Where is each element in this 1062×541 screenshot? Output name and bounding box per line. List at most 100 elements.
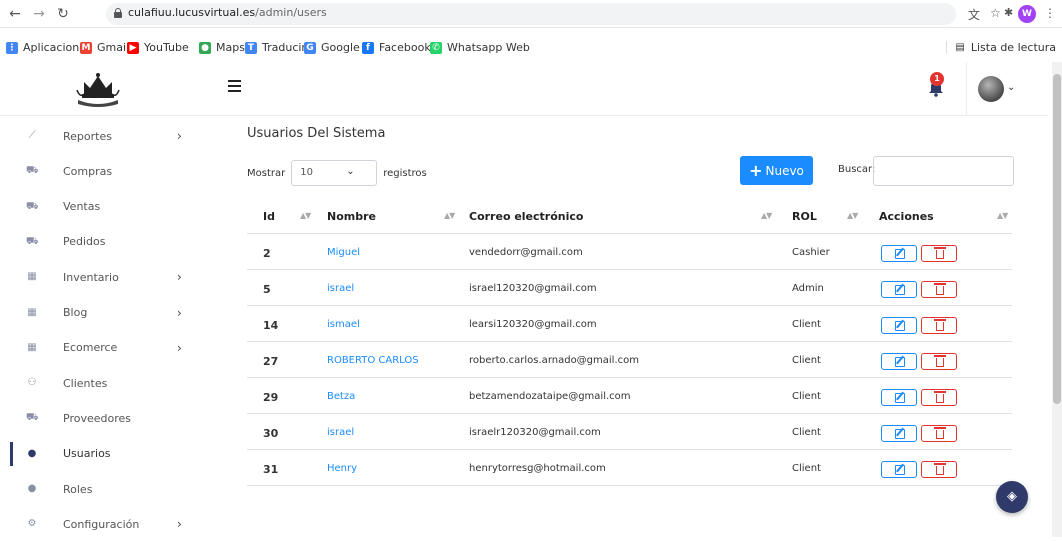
delete-button[interactable] (921, 317, 957, 334)
header-divider (966, 62, 967, 116)
sort-icon[interactable]: ▲▼ (997, 211, 1008, 220)
sidebar-item-roles[interactable]: ● Roles (0, 472, 205, 506)
truck-icon: ⛟ (26, 412, 39, 424)
app-header: 1 ⌄ (0, 62, 1048, 116)
edit-icon (895, 393, 905, 403)
profile-avatar[interactable]: W (1018, 5, 1036, 23)
bookmark-gmail[interactable]: M Gmail (80, 41, 129, 54)
column-header-email[interactable]: Correo electrónico (469, 210, 583, 223)
cell-email: henrytorresg@hotmail.com (469, 463, 606, 474)
forward-arrow-icon[interactable]: → (30, 5, 48, 23)
bookmark-google[interactable]: G Google (304, 41, 360, 54)
cell-name[interactable]: ROBERTO CARLOS (327, 355, 419, 366)
google-icon: G (304, 41, 316, 54)
cell-role: Cashier (792, 247, 830, 258)
delete-button[interactable] (921, 281, 957, 298)
sidebar-item-usuarios[interactable]: ● Usuarios (0, 437, 205, 471)
theme-toggle-button[interactable]: ◈ (996, 481, 1028, 513)
sidebar-item-ventas[interactable]: ⛟ Ventas (0, 190, 205, 224)
sort-icon[interactable]: ▲▼ (300, 211, 311, 220)
delete-button[interactable] (921, 425, 957, 442)
edit-button[interactable] (881, 281, 917, 298)
cell-email: israelr120320@gmail.com (469, 427, 601, 438)
whatsapp-icon: ✆ (430, 41, 442, 54)
reload-icon[interactable]: ↻ (54, 5, 72, 23)
sidebar-item-configuraci-n[interactable]: ⚙ Configuración › (0, 507, 205, 541)
bookmark-youtube[interactable]: ▶ YouTube (127, 41, 189, 54)
table-row: 30 israel israelr120320@gmail.com Client (247, 414, 1012, 450)
page-length-value: 10 (300, 167, 313, 178)
edit-button[interactable] (881, 461, 917, 478)
edit-button[interactable] (881, 317, 917, 334)
delete-button[interactable] (921, 353, 957, 370)
chevron-right-icon: › (177, 517, 182, 532)
page-length-select[interactable]: 10 ⌄ (291, 160, 378, 186)
bookmark-facebook[interactable]: f Facebook (362, 41, 431, 54)
sidebar-item-inventario[interactable]: ▦ Inventario › (0, 260, 205, 294)
reading-list-button[interactable]: ▤ Lista de lectura (946, 41, 1056, 54)
chevron-right-icon: › (177, 270, 182, 285)
hamburger-menu-icon[interactable] (228, 80, 241, 92)
search-input[interactable] (873, 156, 1014, 186)
sidebar-item-label: Configuración (63, 517, 140, 531)
column-header-id[interactable]: Id (263, 210, 275, 223)
edit-button[interactable] (881, 389, 917, 406)
bookmark-whatsapp-web[interactable]: ✆ Whatsapp Web (430, 41, 530, 54)
sidebar-item-clientes[interactable]: ⚇ Clientes (0, 366, 205, 400)
page-scrollbar[interactable] (1052, 62, 1062, 537)
menu-kebab-icon[interactable]: ⋮ (1044, 6, 1056, 20)
edit-button[interactable] (881, 245, 917, 262)
delete-button[interactable] (921, 389, 957, 406)
cell-name[interactable]: ismael (327, 319, 360, 330)
column-header-role[interactable]: ROL (792, 210, 817, 223)
sidebar-item-label: Compras (63, 164, 113, 178)
sidebar-item-ecomerce[interactable]: ▦ Ecomerce › (0, 331, 205, 365)
user-cog-icon: ● (27, 483, 37, 494)
bookmark-maps[interactable]: ● Maps (199, 41, 245, 54)
back-arrow-icon[interactable]: ← (6, 5, 24, 23)
bookmark-traducir[interactable]: T Traducir (245, 41, 306, 54)
cell-id: 29 (263, 391, 279, 404)
sidebar-item-proveedores[interactable]: ⛟ Proveedores (0, 401, 205, 435)
edit-button[interactable] (881, 353, 917, 370)
sidebar-item-blog[interactable]: ▦ Blog › (0, 296, 205, 330)
extensions-icon[interactable]: ✱ (1004, 6, 1013, 19)
sort-icon[interactable]: ▲▼ (444, 211, 455, 220)
facebook-icon: f (362, 41, 374, 54)
chevron-right-icon: › (177, 305, 182, 320)
boxes-icon: ▦ (27, 341, 37, 353)
star-icon[interactable]: ☆ (990, 6, 1001, 20)
cell-name[interactable]: israel (327, 427, 354, 438)
sidebar-item-label: Blog (63, 306, 88, 319)
delete-button[interactable] (921, 245, 957, 262)
sidebar-item-label: Ventas (63, 200, 101, 214)
scrollbar-thumb[interactable] (1053, 74, 1061, 404)
edit-icon (895, 429, 905, 439)
avatar[interactable] (978, 76, 1004, 102)
cart-icon: ⛟ (26, 165, 39, 177)
sidebar-item-reportes[interactable]: ⟋ Reportes › (0, 119, 205, 153)
table-row: 31 Henry henrytorresg@hotmail.com Client (247, 450, 1012, 486)
sidebar-item-compras[interactable]: ⛟ Compras (0, 154, 205, 188)
cell-name[interactable]: Betza (327, 391, 355, 402)
new-user-button[interactable]: + Nuevo (740, 156, 813, 185)
edit-button[interactable] (881, 425, 917, 442)
cell-name[interactable]: Henry (327, 463, 357, 474)
sort-icon[interactable]: ▲▼ (847, 211, 858, 220)
delete-button[interactable] (921, 461, 957, 478)
translate-page-icon[interactable]: 文 (968, 6, 980, 23)
cell-name[interactable]: israel (327, 283, 354, 294)
column-header-name[interactable]: Nombre (327, 210, 376, 223)
cell-role: Client (792, 463, 821, 474)
sidebar-item-label: Usuarios (63, 447, 111, 461)
user-plus-icon: ● (27, 447, 37, 459)
bookmark-aplicaciones[interactable]: ⋮ Aplicaciones (6, 41, 92, 54)
chevron-down-icon[interactable]: ⌄ (1007, 82, 1015, 93)
address-bar[interactable]: culafiuu.lucusvirtual.es/admin/users (106, 3, 956, 25)
users-icon: ⚇ (27, 377, 37, 389)
cell-name[interactable]: Miguel (327, 247, 360, 258)
sort-icon[interactable]: ▲▼ (761, 211, 772, 220)
column-header-actions[interactable]: Acciones (879, 210, 934, 223)
trash-icon (934, 319, 946, 331)
sidebar-item-pedidos[interactable]: ⛟ Pedidos (0, 225, 205, 259)
